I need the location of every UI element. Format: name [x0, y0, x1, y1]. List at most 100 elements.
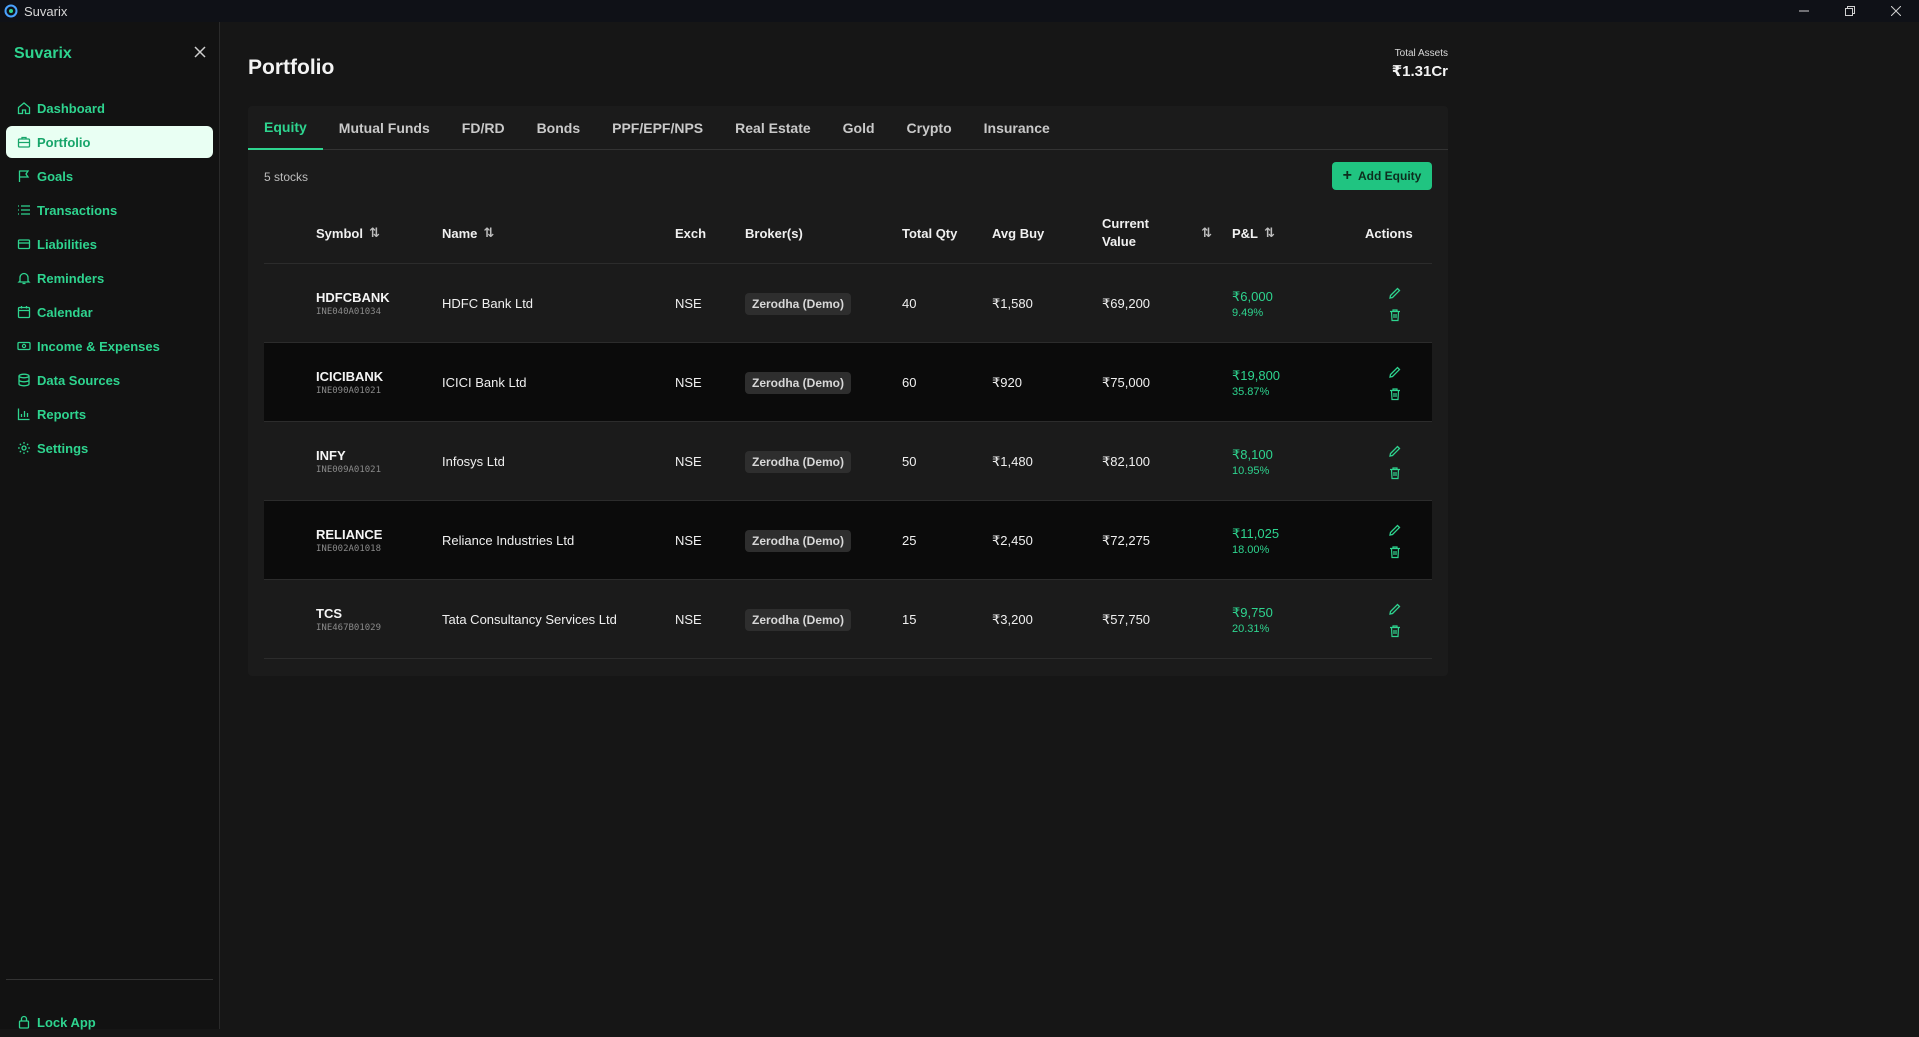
- pnl-cell: ₹19,800 35.87%: [1232, 343, 1280, 422]
- flag-icon: [17, 169, 31, 183]
- actions-cell: [1388, 501, 1402, 580]
- edit-icon[interactable]: [1388, 365, 1402, 379]
- asset-tabs: Equity Mutual Funds FD/RD Bonds PPF/EPF/…: [248, 106, 1448, 150]
- sort-icon[interactable]: ⇅: [1264, 225, 1275, 241]
- current-value-cell: ₹72,275: [1102, 532, 1151, 548]
- name-cell: Tata Consultancy Services Ltd: [442, 612, 617, 627]
- sidebar-item-data-sources[interactable]: Data Sources: [6, 364, 213, 396]
- equity-table: Symbol ⇅ Name ⇅ Exch Broker(s) Total Qty…: [264, 202, 1432, 659]
- pnl-value: ₹11,025: [1232, 525, 1280, 541]
- qty-cell: 50: [902, 454, 917, 469]
- exch-cell: NSE: [675, 612, 702, 627]
- portfolio-panel: Equity Mutual Funds FD/RD Bonds PPF/EPF/…: [248, 106, 1448, 676]
- sidebar: Suvarix Dashboard Portfolio Goals Transa…: [0, 22, 220, 1030]
- symbol-cell: HDFCBANK INE040A01034: [316, 264, 390, 343]
- broker-cell: Zerodha (Demo): [745, 264, 852, 343]
- pnl-value: ₹19,800: [1232, 367, 1281, 383]
- broker-cell: Zerodha (Demo): [745, 343, 852, 422]
- tab-mutual-funds[interactable]: Mutual Funds: [323, 106, 446, 150]
- sort-icon[interactable]: ⇅: [1201, 225, 1212, 241]
- tab-equity[interactable]: Equity: [248, 106, 323, 150]
- wallet-icon: [17, 237, 31, 251]
- sidebar-item-goals[interactable]: Goals: [6, 160, 213, 192]
- col-current-value[interactable]: Current Value ⇅: [1102, 202, 1212, 264]
- col-pnl-label: P&L: [1232, 225, 1258, 241]
- trash-icon[interactable]: [1388, 466, 1402, 480]
- lock-app-button[interactable]: Lock App: [6, 1007, 213, 1037]
- sidebar-item-label: Settings: [37, 440, 89, 456]
- sidebar-item-calendar[interactable]: Calendar: [6, 296, 213, 328]
- minimize-button[interactable]: [1781, 0, 1827, 22]
- exch-cell: NSE: [675, 375, 702, 390]
- symbol-cell: RELIANCE INE002A01018: [316, 501, 382, 580]
- sidebar-close-button[interactable]: [194, 45, 206, 63]
- col-pnl[interactable]: P&L ⇅: [1232, 202, 1275, 264]
- avg-buy-cell: ₹3,200: [992, 611, 1033, 627]
- tab-gold[interactable]: Gold: [827, 106, 891, 150]
- sidebar-item-label: Portfolio: [37, 134, 91, 150]
- pnl-cell: ₹8,100 10.95%: [1232, 422, 1273, 501]
- restore-icon: [1845, 6, 1855, 16]
- edit-icon[interactable]: [1388, 286, 1402, 300]
- trash-icon[interactable]: [1388, 624, 1402, 638]
- pnl-value: ₹9,750: [1232, 604, 1273, 620]
- sidebar-divider: [6, 979, 213, 980]
- isin: INE009A01021: [316, 465, 382, 475]
- sidebar-item-reports[interactable]: Reports: [6, 398, 213, 430]
- tab-fd-rd[interactable]: FD/RD: [446, 106, 521, 150]
- sidebar-item-reminders[interactable]: Reminders: [6, 262, 213, 294]
- pnl-cell: ₹11,025 18.00%: [1232, 501, 1279, 580]
- name-cell: Infosys Ltd: [442, 454, 505, 469]
- edit-icon[interactable]: [1388, 523, 1402, 537]
- pnl-percent: 10.95%: [1232, 464, 1270, 477]
- col-symbol[interactable]: Symbol ⇅: [316, 202, 380, 264]
- col-current-value-label: Current Value: [1102, 216, 1149, 249]
- total-assets-value: ₹1.31Cr: [1391, 63, 1448, 80]
- edit-icon[interactable]: [1388, 444, 1402, 458]
- sidebar-item-label: Reports: [37, 406, 87, 422]
- sidebar-item-transactions[interactable]: Transactions: [6, 194, 213, 226]
- sidebar-item-liabilities[interactable]: Liabilities: [6, 228, 213, 260]
- isin: INE467B01029: [316, 623, 382, 633]
- trash-icon[interactable]: [1388, 387, 1402, 401]
- total-assets: Total Assets ₹1.31Cr: [1392, 48, 1448, 80]
- table-row: TCS INE467B01029 Tata Consultancy Servic…: [264, 580, 1432, 659]
- gear-icon: [17, 441, 31, 455]
- sort-icon[interactable]: ⇅: [369, 225, 380, 241]
- window-controls: [1781, 0, 1919, 22]
- sidebar-item-income-expenses[interactable]: Income & Expenses: [6, 330, 213, 362]
- calendar-icon: [17, 305, 31, 319]
- avg-buy-cell: ₹1,580: [992, 295, 1033, 311]
- sidebar-item-portfolio[interactable]: Portfolio: [6, 126, 213, 158]
- sort-icon[interactable]: ⇅: [483, 225, 494, 241]
- name-cell: ICICI Bank Ltd: [442, 375, 527, 390]
- pnl-cell: ₹6,000 9.49%: [1232, 264, 1273, 343]
- col-actions: Actions: [1365, 225, 1413, 241]
- sidebar-item-settings[interactable]: Settings: [6, 432, 213, 464]
- add-equity-button[interactable]: + Add Equity: [1332, 162, 1432, 190]
- lock-icon: [17, 1015, 31, 1029]
- close-window-button[interactable]: [1873, 0, 1919, 22]
- qty-cell: 25: [902, 533, 917, 548]
- stock-count: 5 stocks: [264, 170, 309, 184]
- restore-button[interactable]: [1827, 0, 1873, 22]
- trash-icon[interactable]: [1388, 308, 1402, 322]
- col-name-label: Name: [442, 225, 478, 241]
- edit-icon[interactable]: [1388, 602, 1402, 616]
- col-name[interactable]: Name ⇅: [442, 202, 494, 264]
- tab-real-estate[interactable]: Real Estate: [719, 106, 826, 150]
- trash-icon[interactable]: [1388, 545, 1402, 559]
- tab-bonds[interactable]: Bonds: [521, 106, 597, 150]
- sidebar-nav: Dashboard Portfolio Goals Transactions L…: [6, 92, 213, 466]
- tab-crypto[interactable]: Crypto: [891, 106, 968, 150]
- sidebar-item-label: Transactions: [37, 202, 118, 218]
- col-avg-buy: Avg Buy: [992, 225, 1045, 241]
- broker-cell: Zerodha (Demo): [745, 422, 852, 501]
- tab-ppf-epf-nps[interactable]: PPF/EPF/NPS: [596, 106, 719, 150]
- avg-buy-cell: ₹2,450: [992, 532, 1033, 548]
- home-icon: [17, 101, 31, 115]
- tab-insurance[interactable]: Insurance: [968, 106, 1066, 150]
- sidebar-item-dashboard[interactable]: Dashboard: [6, 92, 213, 124]
- pnl-percent: 9.49%: [1232, 306, 1264, 319]
- table-row: RELIANCE INE002A01018 Reliance Industrie…: [264, 501, 1432, 580]
